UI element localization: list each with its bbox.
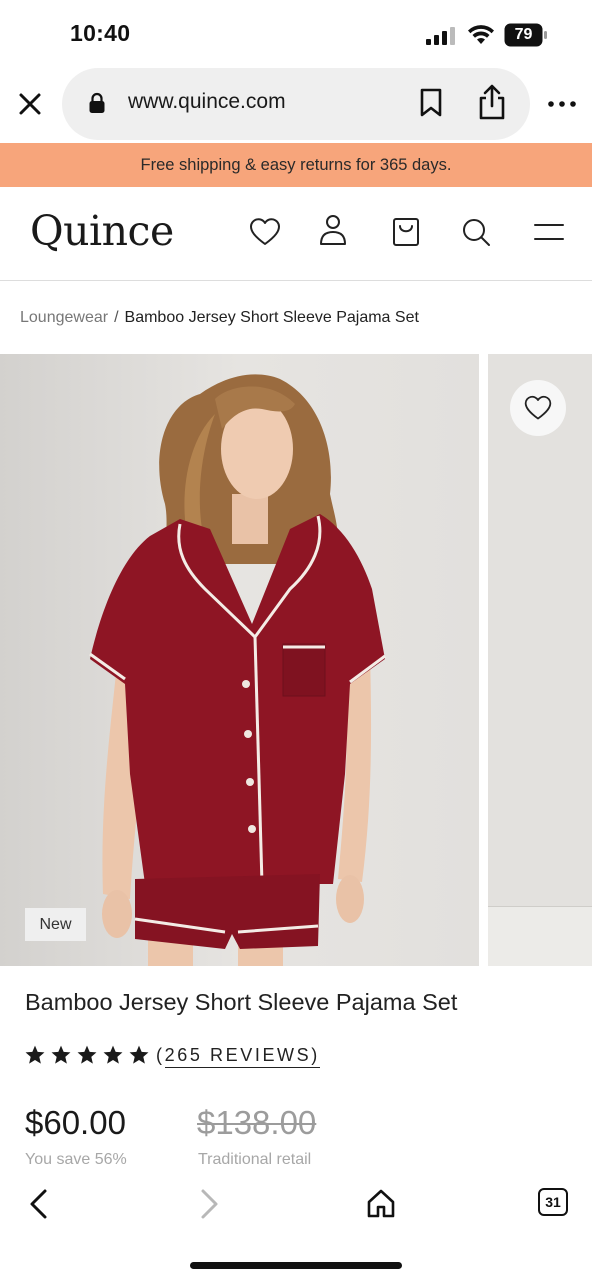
search-icon[interactable] (459, 215, 493, 249)
site-header: Quince (0, 187, 592, 281)
wishlist-button[interactable] (510, 380, 566, 436)
menu-icon[interactable] (532, 215, 566, 249)
star-icon (129, 1045, 149, 1064)
tabs-button[interactable]: 31 (538, 1188, 568, 1216)
close-icon[interactable] (14, 88, 46, 120)
star-icon (51, 1045, 71, 1064)
breadcrumb-current: Bamboo Jersey Short Sleeve Pajama Set (124, 309, 419, 326)
star-icon (25, 1045, 45, 1064)
share-icon[interactable] (476, 84, 508, 120)
product-image[interactable] (0, 354, 479, 966)
savings-text: You save 56% (25, 1151, 127, 1168)
heart-icon (524, 395, 552, 420)
star-icon (77, 1045, 97, 1064)
reviews-count[interactable]: 265 REVIEWS) (164, 1044, 320, 1068)
wifi-icon (468, 25, 494, 44)
product-title: Bamboo Jersey Short Sleeve Pajama Set (25, 989, 458, 1015)
signal-icon (426, 27, 455, 45)
star-rating (24, 1044, 150, 1066)
heart-icon[interactable] (248, 215, 282, 249)
original-price: $138.00 (197, 1104, 317, 1141)
promo-banner: Free shipping & easy returns for 365 day… (0, 143, 592, 187)
status-bar: 10:40 79 (0, 0, 592, 66)
back-icon[interactable] (26, 1188, 52, 1220)
browser-bottom-toolbar: 31 (0, 1170, 592, 1280)
breadcrumb-separator: / (114, 309, 119, 326)
promo-text: Free shipping & easy returns for 365 day… (140, 155, 452, 174)
account-icon[interactable] (316, 213, 350, 247)
product-gallery[interactable]: New (0, 354, 592, 966)
more-icon[interactable] (546, 94, 578, 114)
cart-icon[interactable] (389, 215, 423, 249)
forward-icon[interactable] (196, 1188, 222, 1220)
reviews-paren: ( (156, 1044, 165, 1065)
floor (488, 906, 592, 966)
star-icon (103, 1045, 123, 1064)
browser-toolbar: www.quince.com (0, 66, 592, 142)
original-price-label: Traditional retail (198, 1151, 312, 1168)
model-illustration (0, 354, 479, 966)
battery-level: 79 (514, 26, 533, 43)
clock: 10:40 (70, 20, 131, 46)
url-text[interactable]: www.quince.com (128, 90, 286, 114)
battery-icon: 79 (504, 23, 548, 47)
lock-icon (89, 92, 105, 113)
home-indicator (190, 1262, 402, 1269)
reviews-link[interactable]: (265 REVIEWS) (156, 1044, 320, 1068)
product-rating[interactable]: (265 REVIEWS) (24, 1040, 320, 1070)
new-badge: New (25, 908, 86, 941)
breadcrumb: Loungewear / Bamboo Jersey Short Sleeve Pa… (20, 309, 419, 327)
site-logo[interactable]: Quince (30, 207, 174, 255)
home-icon[interactable] (366, 1188, 396, 1218)
sale-price: $60.00 (25, 1104, 126, 1141)
bookmark-icon[interactable] (418, 88, 444, 118)
next-product-image[interactable] (488, 354, 592, 966)
breadcrumb-loungewear[interactable]: Loungewear (20, 309, 108, 326)
